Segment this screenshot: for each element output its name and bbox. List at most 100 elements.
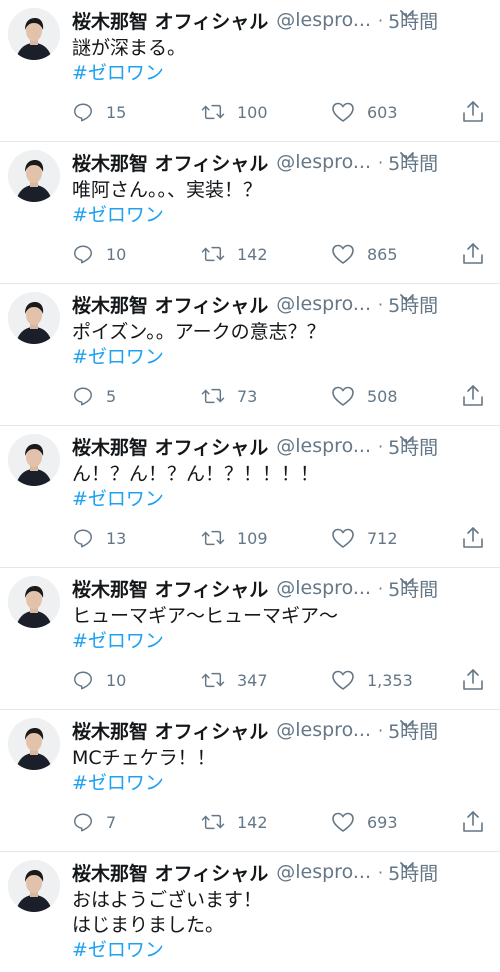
author-name[interactable]: 桜木那智 オフィシャル [72,575,268,602]
chevron-down-icon[interactable] [397,146,417,166]
author-name[interactable]: 桜木那智 オフィシャル [72,859,268,886]
tweet[interactable]: 桜木那智 オフィシャル @lespro... · 5時間 唯阿さん。。、実装！？… [0,142,500,284]
reply-button[interactable]: 15 [72,98,126,126]
reply-button[interactable]: 13 [72,524,126,552]
heart-icon [332,812,354,832]
tweet[interactable]: 桜木那智 オフィシャル @lespro... · 5時間 ん！？ん！？ん！？！！… [0,426,500,568]
hashtag-link[interactable]: #ゼロワン [72,203,492,228]
tweet[interactable]: 桜木那智 オフィシャル @lespro... · 5時間 ヒューマギア〜ヒューマ… [0,568,500,710]
retweet-count: 142 [237,812,268,832]
like-button[interactable]: 712 [331,524,398,552]
hashtag-link[interactable]: #ゼロワン [72,61,492,86]
retweet-icon [201,246,225,262]
retweet-icon [201,104,225,120]
author-name[interactable]: 桜木那智 オフィシャル [72,291,268,318]
avatar[interactable] [8,860,60,912]
hashtag-link[interactable]: #ゼロワン [72,487,492,512]
avatar-photo [8,718,60,770]
author-name[interactable]: 桜木那智 オフィシャル [72,433,268,460]
like-count: 693 [367,812,398,832]
avatar-photo [8,150,60,202]
author-handle[interactable]: @lespro... [276,151,371,173]
chevron-down-icon[interactable] [397,714,417,734]
avatar[interactable] [8,150,60,202]
avatar-photo [8,8,60,60]
tweet-body: おはようございます！ はじまりました。 #ゼロワン [72,888,492,963]
hashtag-link[interactable]: #ゼロワン [72,771,492,796]
like-count: 508 [367,386,398,406]
heart-icon [332,244,354,264]
tweet-actions: 7 142 693 [72,808,492,836]
separator-dot: · [377,436,384,456]
reply-icon [74,813,92,832]
tweet[interactable]: 桜木那智 オフィシャル @lespro... · 5時間 MCチェケラ！！ #ゼ… [0,710,500,852]
chevron-down-icon[interactable] [397,430,417,450]
like-button[interactable]: 1,353 [331,666,413,694]
author-name[interactable]: 桜木那智 オフィシャル [72,7,268,34]
reply-count: 15 [106,102,127,122]
author-name[interactable]: 桜木那智 オフィシャル [72,717,268,744]
retweet-button[interactable]: 142 [201,240,268,268]
avatar[interactable] [8,8,60,60]
tweet-text: ポイズン。。アークの意志？？ [72,321,326,343]
tweet-header: 桜木那智 オフィシャル @lespro... · 5時間 [72,716,492,744]
reply-icon [74,387,92,406]
tweet[interactable]: 桜木那智 オフィシャル @lespro... · 5時間 おはようございます！ … [0,852,500,972]
author-handle[interactable]: @lespro... [276,293,371,315]
share-icon [463,243,483,264]
like-count: 603 [367,102,398,122]
author-handle[interactable]: @lespro... [276,861,371,883]
reply-count: 7 [106,812,117,832]
hashtag-link[interactable]: #ゼロワン [72,629,492,654]
tweet-actions: 5 73 508 [72,382,492,410]
heart-icon [332,528,354,548]
hashtag-link[interactable]: #ゼロワン [72,345,492,370]
like-button[interactable]: 693 [331,808,398,836]
share-icon [463,527,483,548]
author-handle[interactable]: @lespro... [276,435,371,457]
tweet[interactable]: 桜木那智 オフィシャル @lespro... · 5時間 謎が深まる。 #ゼロワ… [0,0,500,142]
like-button[interactable]: 508 [331,382,398,410]
share-button[interactable] [462,240,484,268]
separator-dot: · [377,720,384,740]
chevron-down-icon[interactable] [397,572,417,592]
hashtag-link[interactable]: #ゼロワン [72,938,492,963]
tweet[interactable]: 桜木那智 オフィシャル @lespro... · 5時間 ポイズン。。アークの意… [0,284,500,426]
heart-icon [332,386,354,406]
author-handle[interactable]: @lespro... [276,577,371,599]
avatar[interactable] [8,718,60,770]
separator-dot: · [377,152,384,172]
share-icon [463,385,483,406]
retweet-button[interactable]: 109 [201,524,268,552]
tweet-body: 謎が深まる。 #ゼロワン [72,36,492,86]
share-button[interactable] [462,382,484,410]
author-name[interactable]: 桜木那智 オフィシャル [72,149,268,176]
reply-button[interactable]: 10 [72,240,126,268]
tweet-actions: 10 347 1,353 [72,666,492,694]
retweet-button[interactable]: 142 [201,808,268,836]
retweet-button[interactable]: 73 [201,382,257,410]
share-button[interactable] [462,524,484,552]
retweet-icon [201,530,225,546]
avatar[interactable] [8,576,60,628]
author-handle[interactable]: @lespro... [276,9,371,31]
avatar[interactable] [8,434,60,486]
author-handle[interactable]: @lespro... [276,719,371,741]
reply-count: 10 [106,244,127,264]
retweet-button[interactable]: 100 [201,98,268,126]
like-button[interactable]: 865 [331,240,398,268]
chevron-down-icon[interactable] [397,4,417,24]
share-button[interactable] [462,808,484,836]
reply-button[interactable]: 7 [72,808,116,836]
like-button[interactable]: 603 [331,98,398,126]
share-button[interactable] [462,98,484,126]
chevron-down-icon[interactable] [397,288,417,308]
reply-button[interactable]: 5 [72,382,116,410]
separator-dot: · [377,10,384,30]
retweet-button[interactable]: 347 [201,666,268,694]
reply-icon [74,671,92,690]
chevron-down-icon[interactable] [397,856,417,876]
share-button[interactable] [462,666,484,694]
avatar[interactable] [8,292,60,344]
reply-button[interactable]: 10 [72,666,126,694]
